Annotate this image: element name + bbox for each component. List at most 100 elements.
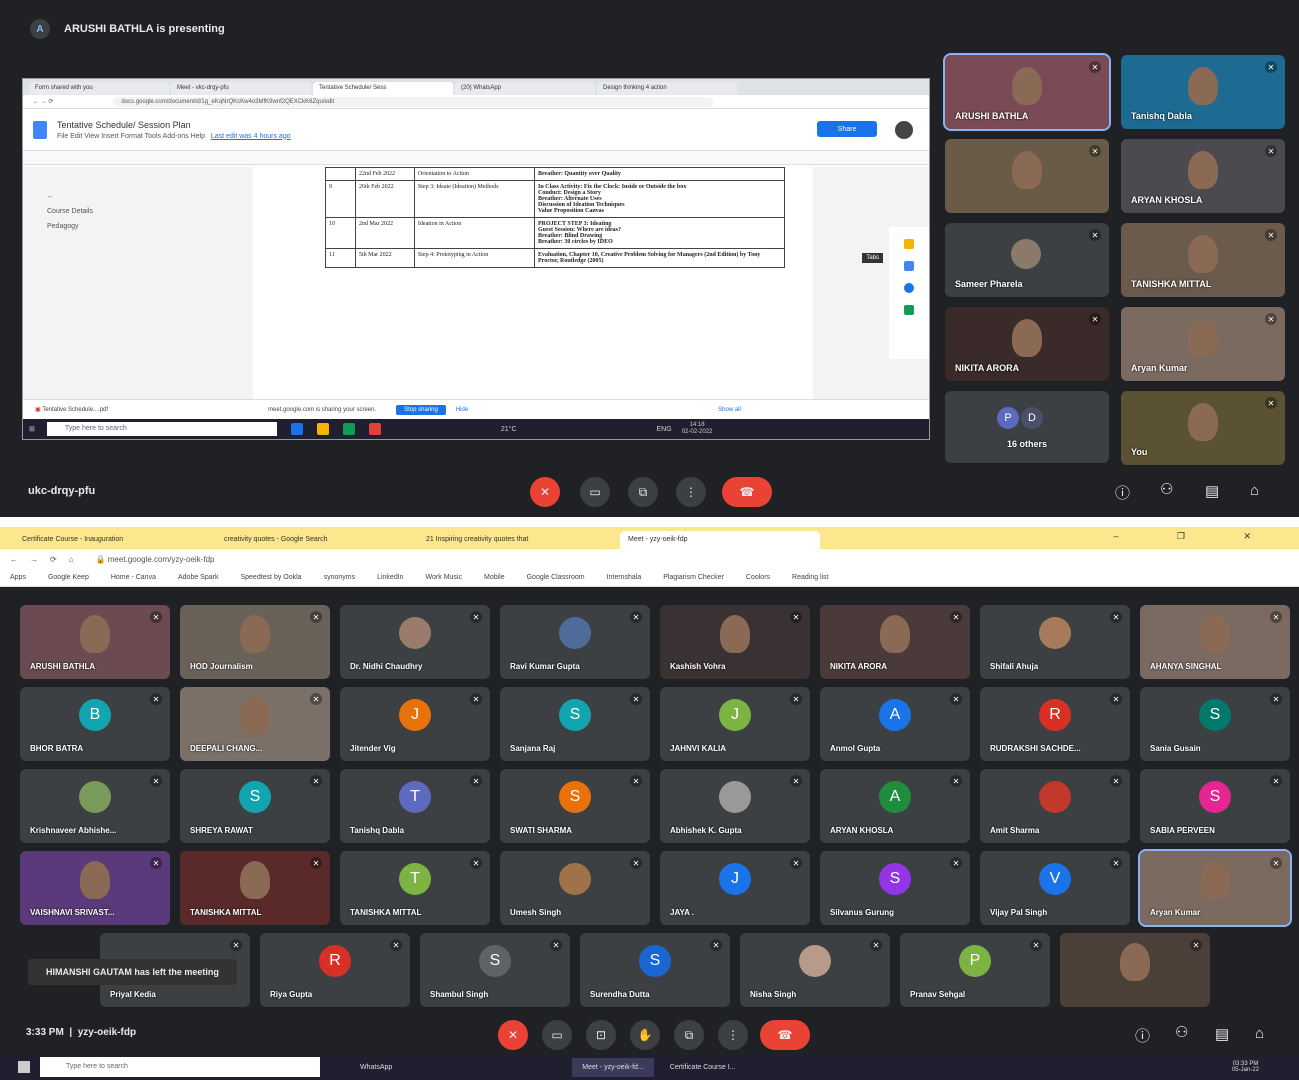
raise-hand-icon[interactable]: ✋ xyxy=(630,1020,660,1050)
participant-tile[interactable]: ✕ Krishnaveer Abhishe... xyxy=(20,769,170,843)
outline-item[interactable]: Course Details xyxy=(47,204,93,219)
participant-tile[interactable]: S ✕ Silvanus Gurung xyxy=(820,851,970,925)
bookmark-item[interactable]: Apps xyxy=(10,574,26,581)
maps-icon[interactable] xyxy=(904,305,914,315)
bookmark-item[interactable]: Plagiarism Checker xyxy=(663,574,724,581)
info-icon[interactable]: ⓘ xyxy=(1135,1025,1150,1046)
participant-tile[interactable]: ✕ NIKITA ARORA xyxy=(945,307,1109,381)
bookmark-item[interactable]: Coolors xyxy=(746,574,770,581)
mic-off-icon[interactable]: ✕ xyxy=(498,1020,528,1050)
participant-tile[interactable]: ✕ NIKITA ARORA xyxy=(820,605,970,679)
more-options-icon[interactable]: ⋮ xyxy=(676,477,706,507)
nav-arrows-icon[interactable]: ← → ⟳ xyxy=(33,98,53,105)
participant-tile[interactable]: J ✕ JAYA . xyxy=(660,851,810,925)
taskbar-app[interactable]: WhatsApp xyxy=(360,1064,392,1071)
participant-tile[interactable]: ✕ Kashish Vohra xyxy=(660,605,810,679)
participant-tile[interactable]: T ✕ Tanishq Dabla xyxy=(340,769,490,843)
participant-tile[interactable]: ✕ ARYAN KHOSLA xyxy=(1121,139,1285,213)
participant-tile[interactable]: ✕ xyxy=(945,139,1109,213)
people-icon[interactable]: ⚇ xyxy=(1160,480,1173,498)
participant-tile[interactable]: ✕ Shifali Ahuja xyxy=(980,605,1130,679)
participant-tile[interactable]: ✕ Tanishq Dabla xyxy=(1121,55,1285,129)
participant-tile[interactable]: ✕ DEEPALI CHANG... xyxy=(180,687,330,761)
show-all-button[interactable]: Show all xyxy=(718,407,741,413)
stop-sharing-button[interactable]: Stop sharing xyxy=(396,404,446,415)
window-controls[interactable]: – ❐ ✕ xyxy=(1113,531,1279,542)
others-tile[interactable]: P D 16 others xyxy=(945,391,1109,463)
participant-tile[interactable]: ✕ Dr. Nidhi Chaudhry xyxy=(340,605,490,679)
camera-icon[interactable]: ▭ xyxy=(542,1020,572,1050)
people-icon[interactable]: ⚇ xyxy=(1175,1023,1188,1041)
shared-tab[interactable]: (20) WhatsApp xyxy=(455,82,595,95)
hide-button[interactable]: Hide xyxy=(456,407,468,413)
outline-item[interactable]: Pedagogy xyxy=(47,219,93,234)
download-file[interactable]: Tentative Schedule....pdf xyxy=(42,407,108,413)
activities-icon[interactable]: ⌂ xyxy=(1250,482,1259,499)
browser-tab[interactable]: Certificate Course - Inauguration xyxy=(14,531,214,549)
participant-tile[interactable]: ✕ Nisha Singh xyxy=(740,933,890,1007)
contacts-icon[interactable] xyxy=(904,283,914,293)
shared-tab[interactable]: Design thinking 4 action xyxy=(597,82,737,95)
taskbar-search[interactable]: Type here to search xyxy=(46,422,277,436)
participant-tile[interactable]: ✕ ARUSHI BATHLA xyxy=(943,53,1111,131)
participant-tile[interactable]: P ✕ Pranav Sehgal xyxy=(900,933,1050,1007)
participant-tile[interactable]: ✕ AHANYA SINGHAL xyxy=(1140,605,1290,679)
participant-tile[interactable]: ✕ You xyxy=(1121,391,1285,465)
participant-tile[interactable]: ✕ Umesh Singh xyxy=(500,851,650,925)
chat-icon[interactable]: ▤ xyxy=(1215,1025,1229,1043)
participant-tile[interactable]: A ✕ Anmol Gupta xyxy=(820,687,970,761)
keep-icon[interactable] xyxy=(904,239,914,249)
bookmark-item[interactable]: Google Keep xyxy=(48,574,89,581)
account-avatar[interactable] xyxy=(895,121,913,139)
browser-tab[interactable]: creativity quotes - Google Search xyxy=(216,531,416,549)
bookmark-item[interactable]: Mobile xyxy=(484,574,505,581)
edge-icon[interactable] xyxy=(290,423,303,435)
participant-tile[interactable]: S ✕ Sania Gusain xyxy=(1140,687,1290,761)
participant-tile[interactable]: S ✕ Sanjana Raj xyxy=(500,687,650,761)
participant-tile[interactable]: R ✕ Riya Gupta xyxy=(260,933,410,1007)
participant-tile[interactable]: B ✕ BHOR BATRA xyxy=(20,687,170,761)
shared-address-bar[interactable]: docs.google.com/document/d/1g_eKqNrQKcKw… xyxy=(113,96,714,107)
participant-tile[interactable]: S ✕ Shambul Singh xyxy=(420,933,570,1007)
participant-tile[interactable]: J ✕ Jitender Vig xyxy=(340,687,490,761)
participant-tile[interactable]: ✕ Amit Sharma xyxy=(980,769,1130,843)
bookmark-item[interactable]: Reading list xyxy=(792,574,829,581)
bookmark-item[interactable]: Google Classroom xyxy=(527,574,585,581)
present-icon[interactable]: ⧉ xyxy=(674,1020,704,1050)
camera-icon[interactable]: ▭ xyxy=(580,477,610,507)
taskbar-app[interactable]: Certificate Course I... xyxy=(670,1064,736,1071)
bookmark-item[interactable]: Home - Canva xyxy=(111,574,156,581)
explorer-icon[interactable] xyxy=(316,423,329,435)
participant-tile[interactable]: V ✕ Vijay Pal Singh xyxy=(980,851,1130,925)
participant-tile[interactable]: ✕ Aryan Kumar xyxy=(1138,849,1292,927)
app-icon[interactable] xyxy=(368,423,381,435)
participant-tile[interactable]: S ✕ SWATI SHARMA xyxy=(500,769,650,843)
participant-tile[interactable]: ✕ ARUSHI BATHLA xyxy=(20,605,170,679)
participant-tile[interactable]: S ✕ SABIA PERVEEN xyxy=(1140,769,1290,843)
more-options-icon[interactable]: ⋮ xyxy=(718,1020,748,1050)
shared-tab-active[interactable]: Tentative Schedule/ Sess xyxy=(313,82,453,95)
participant-tile[interactable]: S ✕ SHREYA RAWAT xyxy=(180,769,330,843)
windows-start-icon[interactable] xyxy=(18,1061,30,1073)
hang-up-button[interactable]: ☎ xyxy=(722,477,772,507)
browser-tab[interactable]: 21 Inspiring creativity quotes that xyxy=(418,531,618,549)
bookmark-item[interactable]: Speedtest by Ookla xyxy=(240,574,301,581)
participant-tile[interactable]: J ✕ JAHNVI KALIA xyxy=(660,687,810,761)
url-field[interactable]: meet.google.com/yzy-oeik-fdp xyxy=(108,555,215,564)
activities-icon[interactable]: ⌂ xyxy=(1255,1025,1264,1042)
chrome-icon[interactable] xyxy=(342,423,355,435)
hang-up-button[interactable]: ☎ xyxy=(760,1020,810,1050)
participant-tile[interactable]: ✕ Aryan Kumar xyxy=(1121,307,1285,381)
windows-start-icon[interactable]: ⊞ xyxy=(29,425,35,433)
participant-tile[interactable]: ✕ TANISHKA MITTAL xyxy=(1121,223,1285,297)
taskbar-app-active[interactable]: Meet - yzy-oeik-fd... xyxy=(572,1057,654,1077)
tasks-icon[interactable] xyxy=(904,261,914,271)
doc-title[interactable]: Tentative Schedule/ Session Plan xyxy=(57,120,291,130)
doc-menu-items[interactable]: File Edit View Insert Format Tools Add-o… xyxy=(57,133,205,140)
nav-buttons-icon[interactable]: ←→⟳⌂ xyxy=(10,555,86,564)
participant-tile[interactable]: S ✕ Surendha Dutta xyxy=(580,933,730,1007)
chat-icon[interactable]: ▤ xyxy=(1205,482,1219,500)
mic-off-icon[interactable]: ✕ xyxy=(530,477,560,507)
last-edit-link[interactable]: Last edit was 4 hours ago xyxy=(211,133,291,140)
present-icon[interactable]: ⧉ xyxy=(628,477,658,507)
